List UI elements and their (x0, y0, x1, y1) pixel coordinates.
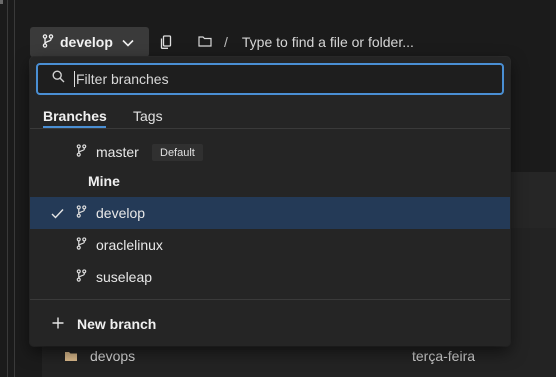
folder-icon (64, 350, 78, 362)
search-icon (52, 70, 65, 88)
branch-selector-button[interactable]: develop (30, 27, 149, 57)
filter-branches-input[interactable] (76, 71, 476, 87)
tab-tags[interactable]: Tags (133, 108, 163, 124)
branch-item-label: master (96, 144, 139, 160)
file-list-header (510, 172, 556, 232)
check-icon (51, 206, 64, 222)
git-branch-icon (76, 144, 87, 160)
git-branch-icon (76, 269, 87, 285)
text-caret (74, 71, 75, 87)
branch-item-label: suseleap (96, 269, 153, 285)
plus-icon (52, 316, 64, 332)
gutter-divider (14, 0, 15, 377)
branch-item-label: develop (96, 205, 146, 221)
branch-dropdown: Branches Tags master Default Mine (30, 57, 510, 346)
active-tab-indicator (43, 126, 106, 128)
copy-icon[interactable] (156, 31, 176, 53)
new-branch-label: New branch (77, 316, 157, 332)
path-separator: / (224, 34, 228, 50)
app-page: devops terça-feira develop / Type to fin… (0, 0, 556, 377)
branch-item-oraclelinux[interactable]: oraclelinux (30, 229, 510, 261)
gutter-divider (7, 0, 8, 377)
section-heading-mine: Mine (88, 173, 120, 189)
folder-icon (198, 34, 212, 50)
tab-branches[interactable]: Branches (43, 108, 107, 124)
file-modified: terça-feira (412, 348, 476, 364)
filter-branches-field[interactable] (36, 63, 504, 95)
git-branch-icon (76, 205, 87, 221)
path-search-input[interactable]: Type to find a file or folder... (242, 34, 414, 50)
git-branch-icon (42, 33, 54, 51)
branch-item-master[interactable]: master Default (30, 136, 510, 168)
branch-item-suseleap[interactable]: suseleap (30, 261, 510, 293)
new-branch-button[interactable]: New branch (30, 309, 510, 339)
chevron-down-icon (122, 34, 134, 50)
branch-selector-label: develop (60, 34, 113, 50)
default-badge: Default (152, 144, 203, 161)
dropdown-divider (30, 299, 510, 300)
branch-item-develop[interactable]: develop (30, 197, 510, 229)
window-edge-tick (0, 0, 3, 4)
file-name: devops (90, 348, 136, 364)
branch-tabs: Branches Tags (30, 99, 510, 129)
path-breadcrumb[interactable]: / Type to find a file or folder... (198, 31, 414, 53)
git-branch-icon (76, 237, 87, 253)
branch-item-label: oraclelinux (96, 237, 163, 253)
